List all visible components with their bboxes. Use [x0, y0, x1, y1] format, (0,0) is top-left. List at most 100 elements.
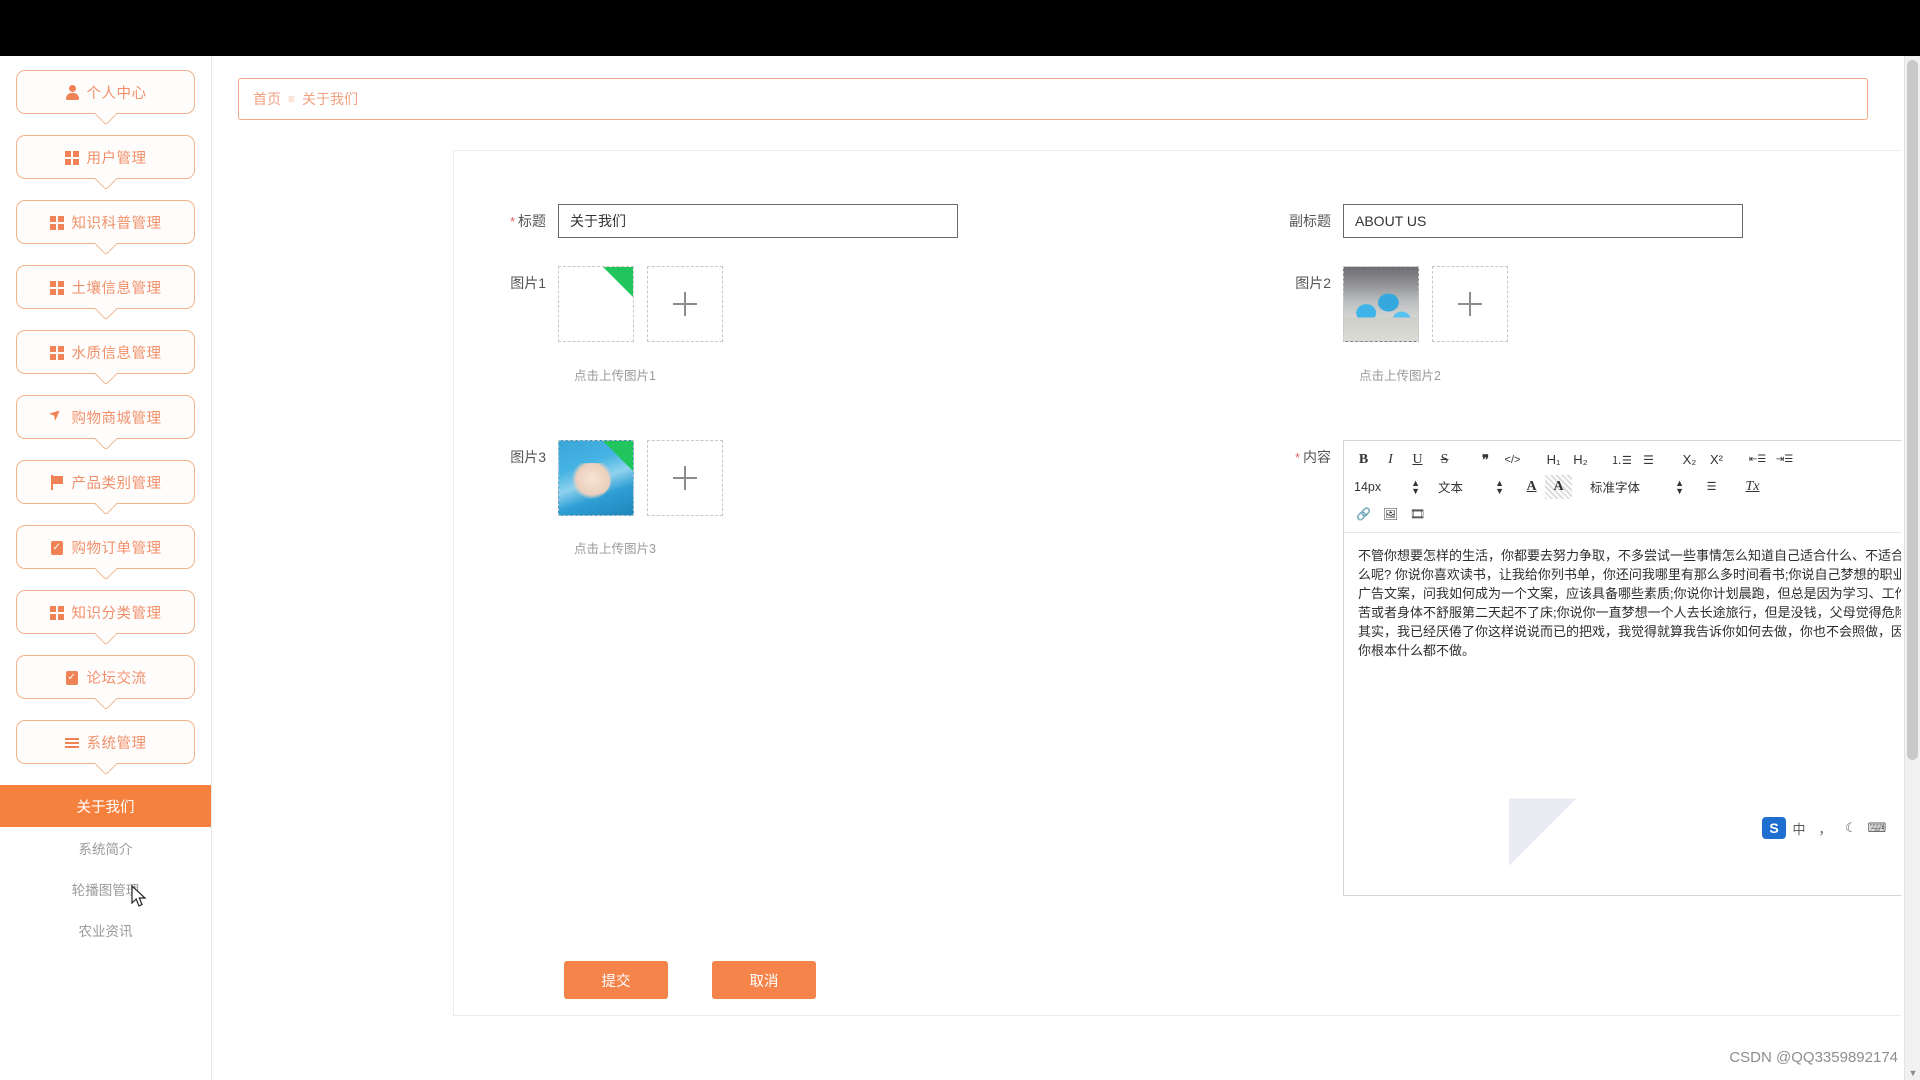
font-family-select[interactable]: 标准字体 ▲ ▼ [1586, 475, 1688, 499]
text-style-select[interactable]: 文本 ▲ ▼ [1434, 475, 1508, 499]
menu-tail [94, 557, 117, 581]
superscript-icon[interactable]: X² [1703, 448, 1730, 472]
image1-label: 图片1 [510, 275, 546, 291]
scroll-down-arrow-icon[interactable]: ▼ [1908, 1068, 1918, 1078]
image1-upload-row [558, 266, 723, 342]
sidebar-item-water-quality[interactable]: 水质信息管理 [16, 330, 195, 386]
outdent-icon[interactable]: ⇤☰ [1744, 448, 1771, 472]
content-label: * 内容 [1294, 449, 1331, 465]
sidebar-item-forum[interactable]: 论坛交流 [16, 655, 195, 711]
field-title: * 标题 [464, 204, 958, 239]
bold-icon[interactable]: B [1350, 448, 1377, 472]
sidebar-item-product-category[interactable]: 产品类别管理 [16, 460, 195, 516]
image3-add-button[interactable] [647, 440, 723, 516]
sidebar-item-soil-info[interactable]: 土壤信息管理 [16, 265, 195, 321]
sidebar-subitem-agri-news[interactable]: 农业资讯 [0, 909, 211, 950]
vertical-scrollbar[interactable]: ▲ ▼ [1904, 56, 1920, 1080]
menu-tail [94, 102, 117, 126]
breadcrumb: 首页 ≡ 关于我们 [238, 78, 1868, 120]
subtitle-input[interactable] [1343, 204, 1743, 238]
title-input[interactable] [558, 204, 958, 238]
sidebar-item-label: 水质信息管理 [71, 345, 162, 362]
menu-tail [94, 362, 117, 386]
subscript-icon[interactable]: X₂ [1676, 448, 1703, 472]
image2-label: 图片2 [1295, 275, 1331, 291]
sidebar-item-label: 系统管理 [86, 735, 147, 752]
required-marker: * [509, 214, 515, 229]
watermark-credit: CSDN @QQ3359892174 [1729, 1049, 1898, 1066]
image2-add-button[interactable] [1432, 266, 1508, 342]
field-image1: 图片1 [464, 266, 723, 342]
sidebar-item-about-us[interactable]: 关于我们 [0, 785, 211, 827]
cancel-button[interactable]: 取消 [712, 961, 816, 999]
breadcrumb-home[interactable]: 首页 [239, 89, 281, 109]
image2-upload-row [1343, 266, 1508, 342]
image2-thumbnail[interactable] [1343, 266, 1419, 342]
field-image3: 图片3 [464, 440, 723, 516]
heading2-icon[interactable]: H₂ [1567, 448, 1594, 472]
toolbar-row-3: 🔗 🖼 🎞 [1350, 501, 1901, 526]
plus-icon [673, 292, 697, 316]
sidebar-item-knowledge-category[interactable]: 知识分类管理 [16, 590, 195, 646]
sidebar-item-label: 用户管理 [86, 150, 147, 167]
toolbar-row-2: 14px ▲ ▼ 文本 ▲ ▼ A A 标准字体 ▲ ▼ ☰ Tx [1350, 474, 1901, 499]
sidebar-item-personal-center[interactable]: 个人中心 [16, 70, 195, 126]
code-icon[interactable]: </> [1499, 448, 1526, 472]
font-size-select[interactable]: 14px ▲ ▼ [1350, 475, 1424, 499]
grid-icon [49, 280, 65, 295]
sidebar-item-system-management[interactable]: 系统管理 [16, 720, 195, 776]
clear-format-icon[interactable]: Tx [1739, 475, 1766, 499]
ime-toolbar: S 中 ， ☾ ⌨ [1762, 814, 1890, 842]
link-icon[interactable]: 🔗 [1350, 502, 1377, 526]
image3-thumbnail[interactable] [558, 440, 634, 516]
sidebar-subitem-system-intro[interactable]: 系统简介 [0, 827, 211, 868]
menu-tail [94, 167, 117, 191]
image1-thumbnail[interactable] [558, 266, 634, 342]
ordered-list-icon[interactable]: ⒈☰ [1608, 448, 1635, 472]
menu-tail [94, 622, 117, 646]
breadcrumb-current: 关于我们 [302, 91, 359, 107]
main-content: 首页 ≡ 关于我们 *标题 副标题 图 [213, 56, 1901, 1080]
grid-icon [49, 215, 65, 230]
blockquote-icon[interactable]: ❞ [1472, 448, 1499, 472]
insert-video-icon[interactable]: 🎞 [1404, 502, 1431, 526]
grid-icon [64, 150, 80, 165]
font-size-value: 14px [1354, 479, 1382, 494]
sidebar-item-label: 论坛交流 [86, 670, 147, 687]
sidebar-item-shopping-mall[interactable]: 购物商城管理 [16, 395, 195, 451]
indent-icon[interactable]: ⇥☰ [1771, 448, 1798, 472]
strikethrough-icon[interactable]: S [1431, 448, 1458, 472]
unordered-list-icon[interactable]: ☰ [1635, 448, 1662, 472]
heading1-icon[interactable]: H₁ [1540, 448, 1567, 472]
sidebar-item-knowledge-science[interactable]: 知识科普管理 [16, 200, 195, 256]
underline-icon[interactable]: U [1404, 448, 1431, 472]
image3-upload-hint: 点击上传图片3 [574, 542, 656, 556]
chevron-updown-icon: ▲ ▼ [1675, 477, 1684, 496]
grid-icon [49, 345, 65, 360]
ime-moon-icon[interactable]: ☾ [1838, 816, 1864, 840]
ime-logo-icon[interactable]: S [1762, 817, 1786, 839]
image3-label: 图片3 [510, 449, 546, 465]
sidebar-item-label: 个人中心 [86, 85, 147, 102]
sidebar-item-label: 土壤信息管理 [71, 280, 162, 297]
title-label: * 标题 [509, 213, 546, 229]
ime-mode-icon[interactable]: 中 [1786, 816, 1812, 840]
align-icon[interactable]: ☰ [1698, 475, 1725, 499]
sidebar-subitem-carousel[interactable]: 轮播图管理 [0, 868, 211, 909]
text-color-icon[interactable]: A [1518, 475, 1545, 499]
sidebar-item-user-management[interactable]: 用户管理 [16, 135, 195, 191]
highlight-color-icon[interactable]: A [1545, 474, 1572, 499]
menu-tail [94, 752, 117, 776]
ime-punctuation-icon[interactable]: ， [1812, 816, 1838, 840]
green-corner-badge [603, 441, 633, 471]
field-image2: 图片2 [1249, 266, 1508, 342]
sidebar-item-label: 购物订单管理 [71, 540, 162, 557]
italic-icon[interactable]: I [1377, 448, 1404, 472]
insert-image-icon[interactable]: 🖼 [1377, 502, 1404, 526]
ime-keyboard-icon[interactable]: ⌨ [1864, 816, 1890, 840]
scrollbar-thumb[interactable] [1907, 60, 1918, 760]
submit-button[interactable]: 提交 [564, 961, 668, 999]
image1-add-button[interactable] [647, 266, 723, 342]
sidebar-item-shopping-orders[interactable]: 购物订单管理 [16, 525, 195, 581]
menu-tail [94, 687, 117, 711]
